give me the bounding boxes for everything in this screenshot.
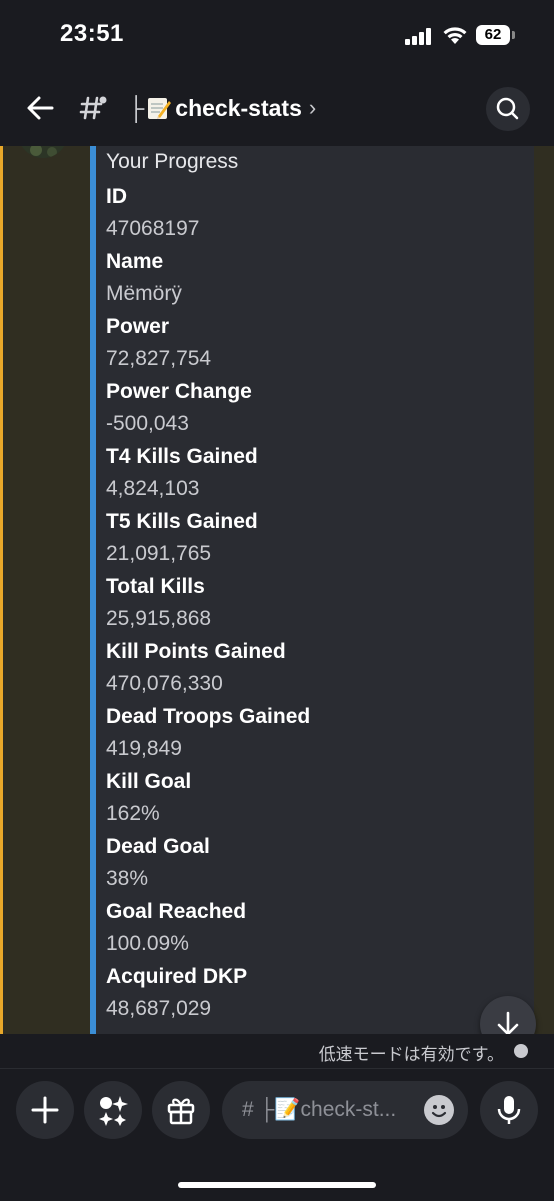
slowmode-bar: 低速モードは有効です。 (0, 1034, 554, 1068)
status-bar: 23:51 62 (0, 0, 554, 72)
embed-field-value: 21,091,765 (106, 542, 212, 565)
plus-icon (31, 1096, 59, 1124)
channel-header: ├ check-stats › (0, 72, 554, 146)
embed-field-value: 72,827,754 (106, 347, 212, 370)
embed-field-name: Goal Reached (106, 900, 247, 923)
slowmode-text: 低速モードは有効です。 (318, 1045, 504, 1064)
arrow-left-icon[interactable] (22, 90, 58, 126)
battery-tip (512, 31, 515, 39)
gift-button[interactable] (152, 1081, 210, 1139)
signal-icon (405, 27, 435, 45)
embed-field-name: Kill Points Gained (106, 640, 286, 663)
smile-icon[interactable] (424, 1095, 454, 1125)
scroll-to-bottom-button[interactable] (480, 996, 536, 1034)
embed-field-value: Mëmörÿ (106, 282, 182, 305)
apps-button[interactable] (84, 1081, 142, 1139)
embed-field-name: Dead Goal (106, 835, 210, 858)
voice-button[interactable] (480, 1081, 538, 1139)
wifi-icon (442, 24, 468, 46)
search-icon (496, 97, 519, 120)
embed-field-value: 100.09% (106, 932, 189, 955)
embed-field-value: 38% (106, 867, 149, 890)
embed-field-name: Power (106, 315, 170, 338)
sparkles-icon (99, 1096, 128, 1126)
gift-icon (167, 1098, 195, 1125)
arrow-down-icon (497, 1011, 519, 1034)
embed-content: Your Progress ID 47068197 Name Mëmörÿ Power 7… (106, 146, 526, 1025)
embed-accent-bar (90, 146, 96, 1034)
embed-field-value: 470,076,330 (106, 672, 223, 695)
mention-highlight-bar (0, 146, 3, 1034)
channel-separator: ├ (128, 94, 145, 121)
embed-field-name: Power Change (106, 380, 252, 403)
clock-check-icon (514, 1044, 528, 1058)
embed-field-value: -500,043 (106, 412, 189, 435)
memo-emoji (146, 95, 172, 121)
embed-field-value: 162% (106, 802, 160, 825)
embed-field-name: Name (106, 250, 164, 273)
status-time: 23:51 (60, 20, 124, 47)
search-button[interactable] (486, 87, 530, 131)
microphone-icon (497, 1096, 521, 1124)
channel-title[interactable]: ├ check-stats › (128, 90, 316, 126)
embed-field-name: Acquired DKP (106, 965, 248, 988)
embed-field-name: T4 Kills Gained (106, 445, 258, 468)
message-input[interactable]: # ├📝check-st... (222, 1081, 468, 1139)
embed-field-value: 25,915,868 (106, 607, 212, 630)
embed-field-name: Kill Goal (106, 770, 192, 793)
embed-field-value: 419,849 (106, 737, 182, 760)
embed-title: Your Progress (106, 150, 239, 173)
channel-name: check-stats (175, 94, 302, 121)
embed-field-name: ID (106, 185, 127, 208)
message-list[interactable]: Your Progress ID 47068197 Name Mëmörÿ Power 7… (0, 146, 554, 1034)
add-button[interactable] (16, 1081, 74, 1139)
embed-field-value: 48,687,029 (106, 997, 212, 1020)
battery-icon: 62 (476, 25, 510, 45)
embed-field-name: Total Kills (106, 575, 205, 598)
embed-field-name: T5 Kills Gained (106, 510, 258, 533)
embed-field-value: 47068197 (106, 217, 200, 240)
embed-field-name: Dead Troops Gained (106, 705, 311, 728)
chevron-right-icon: › (308, 95, 317, 120)
hash-icon (78, 90, 110, 126)
message-input-placeholder: # ├📝check-st... (242, 1098, 397, 1121)
home-indicator (178, 1182, 376, 1188)
embed-field-value: 4,824,103 (106, 477, 200, 500)
